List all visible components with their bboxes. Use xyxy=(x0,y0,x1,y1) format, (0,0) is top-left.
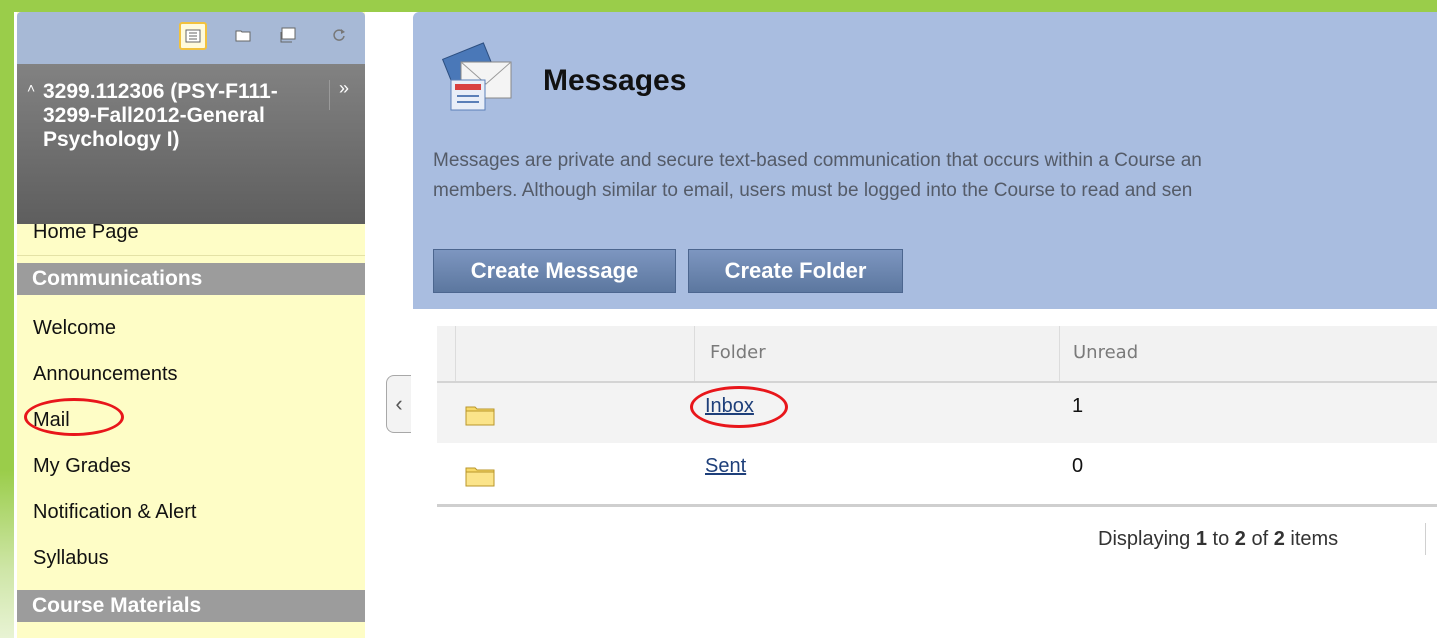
sent-link[interactable]: Sent xyxy=(705,455,746,478)
course-title-bar: ˄ 3299.112306 (PSY-F111-3299-Fall2012-Ge… xyxy=(17,64,365,224)
refresh-icon xyxy=(333,29,345,41)
folder-icon xyxy=(465,467,495,487)
menu-header-label: Communications xyxy=(32,267,203,290)
collapse-up-icon[interactable]: ˄ xyxy=(27,80,35,96)
column-header-unread[interactable]: Unread xyxy=(1073,342,1138,363)
menu-item-welcome[interactable]: Welcome xyxy=(33,316,116,340)
menu-header-label: Course Materials xyxy=(32,594,202,617)
list-view-button[interactable] xyxy=(179,22,207,50)
refresh-button[interactable] xyxy=(325,22,353,48)
table-row: Inbox 1 xyxy=(437,383,1437,443)
course-title[interactable]: 3299.112306 (PSY-F111-3299-Fall2012-Gene… xyxy=(43,80,313,152)
paging-suffix: items xyxy=(1290,528,1339,550)
paging-to-word: to xyxy=(1212,528,1230,550)
folder-view-icon xyxy=(235,30,251,42)
menu-item-home-page[interactable]: Home Page xyxy=(33,220,139,244)
list-view-icon xyxy=(185,29,201,43)
menu-item-syllabus[interactable]: Syllabus xyxy=(33,546,109,570)
menu-divider xyxy=(17,255,365,256)
mail-highlight-circle xyxy=(24,398,124,436)
column-header-folder[interactable]: Folder xyxy=(710,342,766,363)
table-header-row: Folder Unread xyxy=(437,326,1437,383)
page-title: Messages xyxy=(543,64,687,97)
folder-view-button[interactable] xyxy=(229,22,257,48)
page-top-border xyxy=(0,0,1437,12)
course-menu-sidebar: ˄ 3299.112306 (PSY-F111-3299-Fall2012-Ge… xyxy=(17,12,365,638)
paging-to: 2 xyxy=(1234,528,1246,550)
page-left-border-fade xyxy=(0,470,14,638)
create-message-button[interactable]: Create Message xyxy=(433,249,676,293)
menu-item-my-grades[interactable]: My Grades xyxy=(33,454,131,478)
messages-icon xyxy=(441,42,512,111)
description-line-1: Messages are private and secure text-bas… xyxy=(433,150,1202,171)
description-line-2: members. Although similar to email, user… xyxy=(433,180,1193,201)
column-divider xyxy=(455,326,456,381)
paging-from: 1 xyxy=(1195,528,1207,550)
table-bottom-border xyxy=(437,504,1437,507)
menu-item-notification-alert[interactable]: Notification & Alert xyxy=(33,500,196,524)
expand-menu-icon[interactable]: » xyxy=(339,78,349,99)
column-divider xyxy=(694,326,695,381)
paging-summary: Displaying 1 to 2 of 2 items xyxy=(1098,528,1338,551)
menu-header-course-materials: Course Materials xyxy=(17,590,365,622)
menu-item-announcements[interactable]: Announcements xyxy=(33,362,178,386)
column-divider xyxy=(1059,326,1060,381)
course-title-divider xyxy=(329,80,330,110)
window-view-button[interactable] xyxy=(275,22,303,48)
unread-count: 1 xyxy=(1072,395,1084,417)
window-view-icon xyxy=(280,27,296,43)
collapse-sidebar-tab[interactable]: ‹ xyxy=(386,375,411,433)
create-folder-button[interactable]: Create Folder xyxy=(688,249,903,293)
table-row: Sent 0 xyxy=(437,443,1437,503)
folder-icon xyxy=(465,406,495,426)
course-menu-toolbar xyxy=(17,12,365,64)
paging-of-word: of xyxy=(1251,528,1269,550)
unread-count: 0 xyxy=(1072,455,1084,477)
paging-prefix: Displaying xyxy=(1098,528,1191,550)
chevron-left-icon: ‹ xyxy=(395,391,403,416)
page-description: Messages are private and secure text-bas… xyxy=(433,146,1437,206)
messages-header-panel: Messages Messages are private and secure… xyxy=(413,12,1437,309)
menu-header-communications: Communications xyxy=(17,263,365,295)
paging-total: 2 xyxy=(1273,528,1285,550)
paging-divider xyxy=(1425,523,1426,555)
inbox-highlight-circle xyxy=(690,386,788,428)
